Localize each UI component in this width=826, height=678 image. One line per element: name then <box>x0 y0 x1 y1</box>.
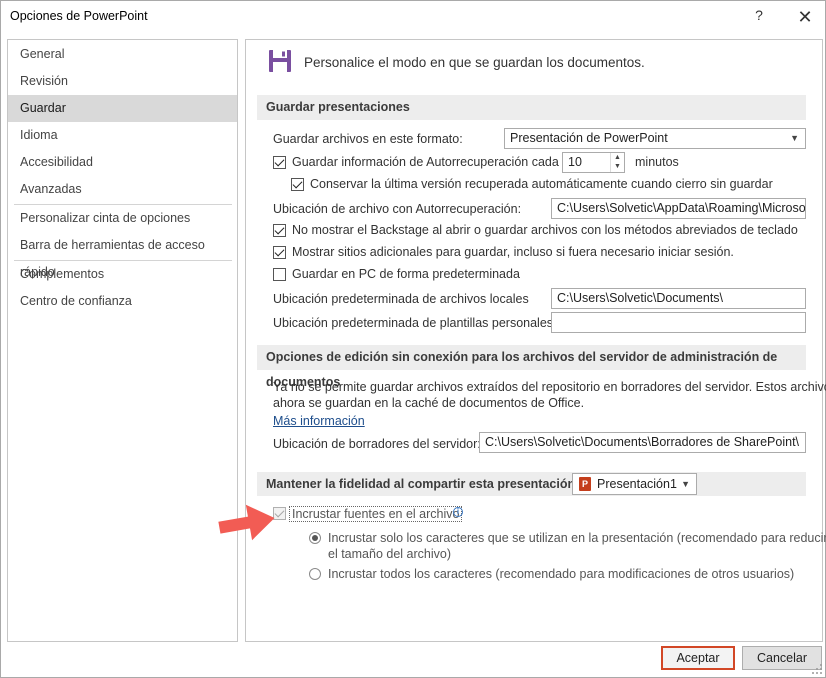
nav-item-idioma[interactable]: Idioma <box>8 122 237 149</box>
nav-item-guardar[interactable]: Guardar <box>8 95 237 122</box>
no-backstage-label: No mostrar el Backstage al abrir o guard… <box>292 223 798 237</box>
no-backstage-checkbox[interactable] <box>273 224 286 237</box>
format-dropdown[interactable]: Presentación de PowerPoint ▼ <box>504 128 806 149</box>
format-label: Guardar archivos en este formato: <box>273 132 463 146</box>
powerpoint-file-icon: P <box>579 477 591 491</box>
window-title: Opciones de PowerPoint <box>10 9 148 23</box>
nav-item-add-ins[interactable]: Complementos <box>8 261 237 288</box>
show-additional-places-label: Mostrar sitios adicionales para guardar,… <box>292 245 734 259</box>
nav-item-accesibilidad[interactable]: Accesibilidad <box>8 149 237 176</box>
help-button[interactable]: ? <box>749 7 769 27</box>
section-save-presentations: Guardar presentaciones <box>257 95 806 120</box>
autorecover-checkbox[interactable] <box>273 156 286 169</box>
nav-item-quick-access-toolbar[interactable]: Barra de herramientas de acceso rápido <box>8 232 237 279</box>
presentation-value: Presentación1 <box>597 477 677 491</box>
floppy-disk-icon <box>269 50 291 72</box>
keep-last-version-label: Conservar la última versión recuperada a… <box>310 177 773 191</box>
page-header: Personalice el modo en que se guardan lo… <box>304 55 645 70</box>
chevron-down-icon: ▼ <box>681 479 690 489</box>
drafts-location-label: Ubicación de borradores del servidor: <box>273 437 481 451</box>
nav-item-avanzadas[interactable]: Avanzadas <box>8 176 237 203</box>
more-info-link[interactable]: Más información <box>273 414 365 428</box>
fidelity-section-title: Mantener la fidelidad al compartir esta … <box>266 477 580 491</box>
embed-all-chars-radio[interactable] <box>309 568 321 580</box>
resize-grip-icon[interactable] <box>811 663 823 675</box>
info-icon: i <box>453 507 463 517</box>
show-additional-places-checkbox[interactable] <box>273 246 286 259</box>
embed-used-chars-radio[interactable] <box>309 532 321 544</box>
nav-item-customize-ribbon[interactable]: Personalizar cinta de opciones <box>8 205 237 232</box>
offline-description-line2: ahora se guardan en la caché de document… <box>273 396 585 410</box>
minutes-label: minutos <box>635 155 679 169</box>
drafts-location-input[interactable]: C:\Users\Solvetic\Documents\Borradores d… <box>479 432 806 453</box>
local-files-input[interactable]: C:\Users\Solvetic\Documents\ <box>551 288 806 309</box>
autorecover-minutes-stepper[interactable]: 10 ▲ ▼ <box>562 152 625 173</box>
save-to-pc-checkbox[interactable] <box>273 268 286 281</box>
options-content: Personalice el modo en que se guardan lo… <box>245 39 826 642</box>
section-fidelity: Mantener la fidelidad al compartir esta … <box>257 472 806 496</box>
options-dialog: Opciones de PowerPoint ? ✕ General Revis… <box>0 0 826 678</box>
save-to-pc-label: Guardar en PC de forma predeterminada <box>292 267 520 281</box>
local-files-label: Ubicación predeterminada de archivos loc… <box>273 292 529 306</box>
keep-last-version-checkbox[interactable] <box>291 178 304 191</box>
autorecover-minutes-value: 10 <box>568 155 582 169</box>
cancel-button[interactable]: Cancelar <box>742 646 822 670</box>
nav-item-general[interactable]: General <box>8 41 237 68</box>
templates-input[interactable] <box>551 312 806 333</box>
autorecover-location-label: Ubicación de archivo con Autorrecuperaci… <box>273 202 522 216</box>
embed-used-chars-label-line1: Incrustar solo los caracteres que se uti… <box>328 531 826 545</box>
autorecover-location-input[interactable]: C:\Users\Solvetic\AppData\Roaming\Micros… <box>551 198 806 219</box>
presentation-dropdown[interactable]: P Presentación1 ▼ <box>572 473 697 495</box>
embed-all-chars-label: Incrustar todos los caracteres (recomend… <box>328 567 795 581</box>
title-bar: Opciones de PowerPoint ? ✕ <box>1 1 825 33</box>
ok-button[interactable]: Aceptar <box>661 646 735 670</box>
offline-description-line1: Ya no se permite guardar archivos extraí… <box>273 380 826 394</box>
nav-item-trust-center[interactable]: Centro de confianza <box>8 288 237 315</box>
embed-used-chars-label-line2: el tamaño del archivo) <box>328 547 451 561</box>
close-button[interactable]: ✕ <box>793 5 817 29</box>
stepper-arrows-icon[interactable]: ▲ ▼ <box>610 153 624 172</box>
chevron-down-icon: ▼ <box>790 133 799 143</box>
autorecover-label: Guardar información de Autorrecuperación… <box>292 155 559 169</box>
embed-fonts-label: Incrustar fuentes en el archivo <box>289 506 463 522</box>
templates-label: Ubicación predeterminada de plantillas p… <box>273 316 557 330</box>
section-offline-editing: Opciones de edición sin conexión para lo… <box>257 345 806 389</box>
annotation-arrow-icon <box>218 504 275 541</box>
nav-item-revision[interactable]: Revisión <box>8 68 237 95</box>
format-value: Presentación de PowerPoint <box>510 131 668 145</box>
options-navigation: General Revisión Guardar Idioma Accesibi… <box>7 39 238 642</box>
